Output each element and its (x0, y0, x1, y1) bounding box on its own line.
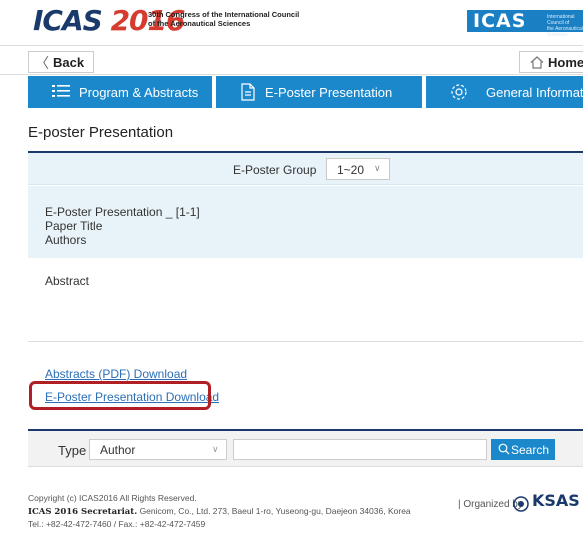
home-icon (530, 56, 544, 69)
copyright-text: Copyright (c) ICAS2016 All Rights Reserv… (28, 493, 197, 503)
congress-subtitle-line1: 30th Congress of the International Counc… (148, 10, 300, 19)
paper-info-panel: E-Poster Presentation _ [1-1] Paper Titl… (28, 186, 583, 258)
site-header: ICAS 2016 30th Congress of the Internati… (0, 0, 583, 45)
gear-icon (451, 84, 467, 100)
tab-label: E-Poster Presentation (265, 85, 393, 100)
chevron-down-icon: ∨ (374, 163, 381, 173)
secretariat-text: ICAS 2016 Secretariat. Genicom, Co., Ltd… (28, 506, 411, 517)
search-button[interactable]: Search (491, 439, 555, 460)
group-select-value: 1~20 (337, 163, 365, 177)
congress-subtitle: 30th Congress of the International Counc… (148, 10, 299, 28)
home-label: Home (548, 55, 583, 70)
eposter-group-bar: E-Poster Group 1~20 ∨ (28, 153, 583, 185)
type-select[interactable]: Author ∨ (89, 439, 227, 460)
badge-title: ICAS (473, 10, 527, 32)
paper-authors: Authors (45, 233, 87, 247)
ksas-logo-icon (513, 496, 529, 512)
site-footer: Copyright (c) ICAS2016 All Rights Reserv… (28, 492, 583, 536)
tab-eposter-presentation[interactable]: E-Poster Presentation (216, 76, 422, 108)
page-title: E-poster Presentation (28, 124, 174, 141)
type-label: Type (58, 443, 87, 458)
tab-label: General Information (486, 85, 583, 100)
tab-label: Program & Abstracts (79, 85, 199, 100)
section-divider (28, 341, 583, 342)
search-bar: Type Author ∨ Search (28, 431, 583, 467)
search-button-label: Search (511, 443, 550, 457)
navigation-row: 〈 Back Home (0, 45, 583, 75)
list-icon (52, 85, 70, 97)
tab-general-information[interactable]: General Information (426, 76, 583, 108)
main-tabs: Program & Abstracts E-Poster Presentatio… (28, 76, 583, 108)
type-select-value: Author (100, 443, 136, 457)
chevron-down-icon: ∨ (212, 444, 219, 454)
highlight-box (29, 381, 211, 410)
chevron-left-icon: 〈 (35, 55, 49, 71)
icas-badge-logo[interactable]: ICAS International Council of the Aeronau… (467, 10, 583, 38)
paper-title: Paper Title (45, 219, 103, 233)
group-select[interactable]: 1~20 ∨ (326, 158, 390, 180)
tab-program-abstracts[interactable]: Program & Abstracts (28, 76, 212, 108)
abstracts-pdf-download-link[interactable]: Abstracts (PDF) Download (45, 367, 187, 381)
abstract-label: Abstract (45, 274, 90, 288)
group-label: E-Poster Group (233, 163, 317, 177)
contact-text: Tel.: +82-42-472-7460 / Fax.: +82-42-472… (28, 519, 206, 529)
back-label: Back (53, 55, 85, 70)
home-button[interactable]: Home (519, 51, 583, 73)
back-button[interactable]: 〈 Back (28, 51, 94, 73)
search-input[interactable] (233, 439, 487, 460)
badge-subtitle: International Council of the Aeronautical… (547, 14, 583, 38)
document-icon (241, 83, 255, 101)
ksas-logo[interactable]: KSAS (532, 493, 580, 509)
presentation-id: E-Poster Presentation _ [1-1] (45, 205, 200, 219)
congress-subtitle-line2: of the Aeronautical Sciences (148, 19, 251, 28)
search-icon (498, 443, 510, 455)
